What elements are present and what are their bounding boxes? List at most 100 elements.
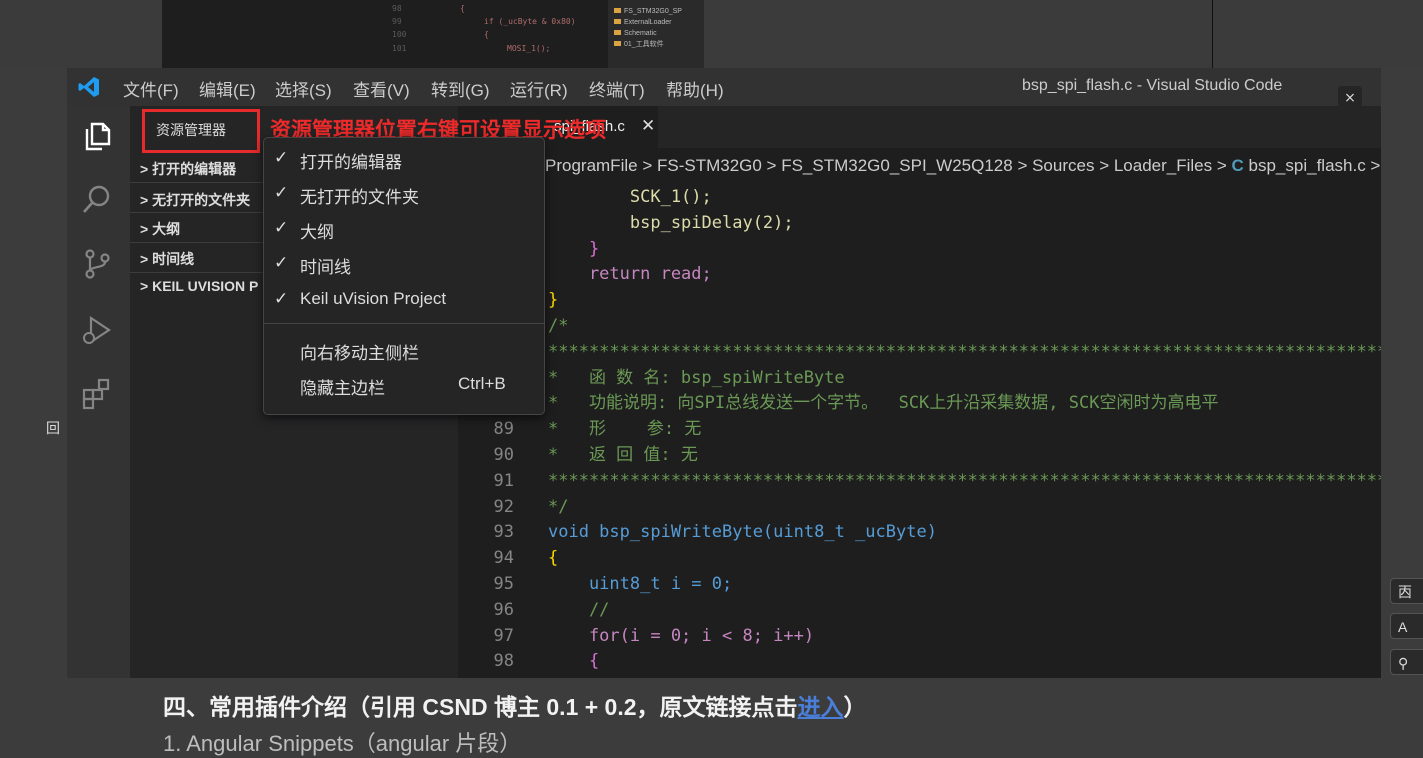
code-text: uint8_t i = 0; bbox=[548, 574, 733, 594]
menu-item-move-sidebar-right[interactable]: 向右移动主侧栏 bbox=[264, 335, 544, 365]
code-line: return read; bbox=[458, 261, 1381, 287]
section-timeline[interactable]: > 时间线 bbox=[140, 249, 194, 269]
breadcrumb-item[interactable]: ProgramFile bbox=[545, 156, 638, 175]
explorer-title[interactable]: 资源管理器 bbox=[156, 120, 226, 140]
divider bbox=[130, 212, 265, 213]
divider bbox=[130, 242, 265, 243]
divider bbox=[1212, 0, 1213, 68]
extensions-icon[interactable] bbox=[79, 376, 115, 412]
code-text: bsp_spiDelay(2); bbox=[548, 212, 794, 233]
bg-tree-item: FS_STM32G0_SP bbox=[608, 6, 704, 17]
article-link[interactable]: 进入 bbox=[798, 694, 844, 720]
section-no-folder[interactable]: > 无打开的文件夹 bbox=[140, 190, 250, 210]
section-keil-uvision[interactable]: > KEIL UVISION P bbox=[140, 278, 258, 294]
line-number: 91 bbox=[493, 470, 514, 491]
c-file-icon: C bbox=[1231, 156, 1244, 175]
menu-item-keil-uvision[interactable]: ✓ Keil uVision Project bbox=[264, 285, 544, 315]
back-to-top-icon[interactable]: 回 bbox=[46, 418, 60, 438]
code-line: 97 for(i = 0; i < 8; i++) bbox=[458, 623, 1381, 649]
breadcrumb-item[interactable]: FS-STM32G0 bbox=[657, 156, 762, 175]
check-icon: ✓ bbox=[274, 183, 289, 202]
code-text: */ bbox=[548, 496, 569, 517]
folder-icon bbox=[614, 8, 621, 13]
menu-run[interactable]: 运行(R) bbox=[510, 76, 568, 101]
check-icon: ✓ bbox=[274, 148, 289, 167]
code-text: * 功能说明: 向SPI总线发送一个字节。 SCK上升沿采集数据, SCK空闲时… bbox=[548, 393, 1219, 414]
code-line: 90 * 返 回 值: 无 bbox=[458, 442, 1381, 468]
code-line: * 函 数 名: bsp_spiWriteByte bbox=[458, 365, 1381, 391]
check-icon: ✓ bbox=[274, 218, 289, 237]
divider bbox=[130, 182, 265, 183]
chevron-right-icon: > bbox=[140, 278, 153, 294]
section-open-editors[interactable]: > 打开的编辑器 bbox=[140, 159, 236, 179]
check-icon: ✓ bbox=[274, 253, 289, 272]
chevron-right-icon: > bbox=[140, 251, 153, 267]
code-text: ****************************************… bbox=[548, 470, 1381, 491]
close-icon[interactable]: ⨯ bbox=[1338, 86, 1362, 108]
article-subheading: 1. Angular Snippets（angular 片段） bbox=[163, 731, 522, 756]
code-line: ****************************************… bbox=[458, 339, 1381, 365]
run-debug-icon[interactable] bbox=[79, 312, 115, 348]
code-text: } bbox=[548, 238, 600, 259]
folder-icon bbox=[614, 30, 621, 35]
code-line: } bbox=[458, 287, 1381, 313]
context-menu: ✓ 打开的编辑器 ✓ 无打开的文件夹 ✓ 大纲 ✓ 时间线 ✓ Keil uVision … bbox=[263, 137, 545, 415]
explorer-icon[interactable] bbox=[79, 118, 115, 154]
title-bar: 文件(F) 编辑(E) 选择(S) 查看(V) 转到(G) 运行(R) 终端(T… bbox=[67, 68, 1381, 108]
menu-file[interactable]: 文件(F) bbox=[123, 76, 179, 101]
vscode-logo-icon bbox=[78, 77, 99, 97]
code-text: * 形 参: 无 bbox=[548, 419, 702, 440]
menu-go[interactable]: 转到(G) bbox=[431, 76, 490, 101]
line-number: 96 bbox=[493, 599, 514, 620]
code-line: 92 */ bbox=[458, 494, 1381, 520]
code-text: // bbox=[548, 599, 610, 620]
search-icon[interactable] bbox=[79, 182, 115, 218]
menu-item-open-editors[interactable]: ✓ 打开的编辑器 bbox=[264, 144, 544, 174]
code-line: SCK_1(); bbox=[458, 184, 1381, 210]
tab-close-icon[interactable]: ✕ bbox=[641, 116, 655, 136]
menu-item-no-folder[interactable]: ✓ 无打开的文件夹 bbox=[264, 179, 544, 209]
code-text: { bbox=[548, 651, 600, 672]
code-editor[interactable]: SCK_1(); bsp_spiDelay(2); } return read;… bbox=[458, 184, 1381, 678]
menu-terminal[interactable]: 终端(T) bbox=[589, 76, 645, 101]
background-file-tree: FS_STM32G0_SP ExternalLoader Schematic 0… bbox=[608, 0, 704, 68]
menu-edit[interactable]: 编辑(E) bbox=[199, 76, 256, 101]
bg-tree-item: 01_工具软件 bbox=[608, 39, 704, 50]
code-text: * 函 数 名: bsp_spiWriteByte bbox=[548, 367, 845, 388]
bg-tree-item: ExternalLoader bbox=[608, 17, 704, 28]
menu-item-outline[interactable]: ✓ 大纲 bbox=[264, 214, 544, 244]
code-text: ****************************************… bbox=[548, 341, 1381, 362]
menu-view[interactable]: 查看(V) bbox=[353, 76, 410, 101]
breadcrumb-item[interactable]: bsp_spi_flash.c bbox=[1249, 156, 1366, 175]
code-text: { bbox=[548, 548, 559, 569]
float-tool-button[interactable]: 㐁 bbox=[1390, 578, 1423, 604]
line-number: 95 bbox=[493, 574, 514, 594]
float-tool-button[interactable]: A bbox=[1390, 613, 1423, 639]
code-line: * 功能说明: 向SPI总线发送一个字节。 SCK上升沿采集数据, SCK空闲时… bbox=[458, 390, 1381, 416]
code-text: return read; bbox=[548, 264, 712, 285]
menu-help[interactable]: 帮助(H) bbox=[666, 76, 724, 101]
section-outline[interactable]: > 大纲 bbox=[140, 219, 180, 239]
breadcrumb-item[interactable]: FS_STM32G0_SPI_W25Q128 bbox=[781, 156, 1013, 175]
line-number: 94 bbox=[493, 548, 514, 569]
source-control-icon[interactable] bbox=[79, 246, 115, 282]
activity-bar bbox=[67, 106, 130, 678]
menu-item-hide-sidebar[interactable]: 隐藏主边栏 Ctrl+B bbox=[264, 370, 544, 400]
breadcrumb-item[interactable]: Sources bbox=[1032, 156, 1094, 175]
code-line: 91 **************************************… bbox=[458, 468, 1381, 494]
code-text: * 返 回 值: 无 bbox=[548, 445, 698, 465]
breadcrumb-item[interactable]: Loader_Files bbox=[1114, 156, 1212, 175]
divider bbox=[130, 272, 265, 273]
folder-icon bbox=[614, 41, 621, 46]
code-text: } bbox=[548, 290, 559, 311]
code-line: 94 { bbox=[458, 545, 1381, 571]
code-line: } bbox=[458, 236, 1381, 262]
shortcut-label: Ctrl+B bbox=[458, 374, 506, 393]
float-tool-button[interactable]: ⚲ bbox=[1390, 649, 1423, 675]
breadcrumb: ProgramFile > FS-STM32G0 > FS_STM32G0_SP… bbox=[545, 156, 1381, 175]
menu-selection[interactable]: 选择(S) bbox=[275, 76, 332, 101]
code-line: bsp_spiDelay(2); bbox=[458, 210, 1381, 236]
code-line: 98 { bbox=[458, 648, 1381, 674]
check-icon: ✓ bbox=[274, 289, 289, 308]
menu-item-timeline[interactable]: ✓ 时间线 bbox=[264, 249, 544, 279]
